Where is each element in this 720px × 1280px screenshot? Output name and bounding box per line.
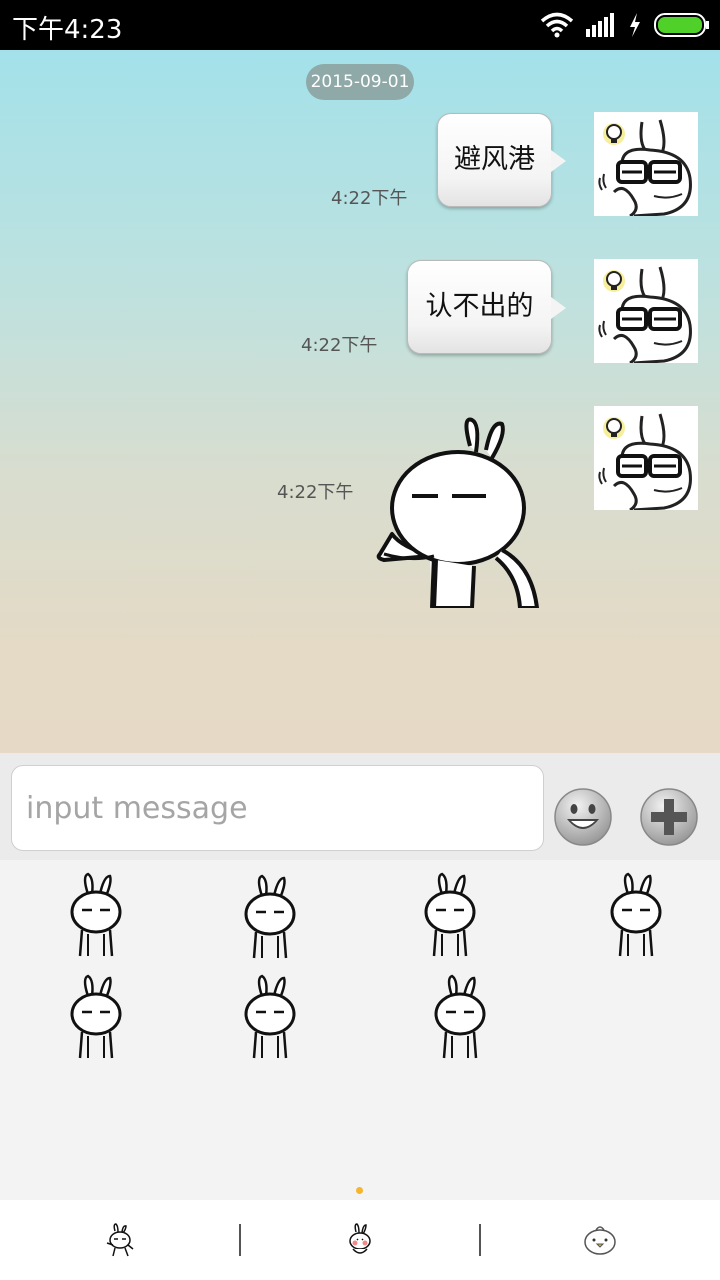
rabbit-pointing-sticker[interactable] bbox=[372, 416, 547, 608]
rabbit-crying-sticker[interactable] bbox=[48, 872, 144, 958]
tab-chick[interactable] bbox=[480, 1200, 720, 1280]
rabbit-sparkle-sticker[interactable] bbox=[222, 974, 318, 1060]
avatar[interactable] bbox=[594, 259, 698, 363]
battery-icon bbox=[654, 13, 709, 37]
message-bubble[interactable]: 避风港 bbox=[437, 113, 566, 207]
message-input[interactable] bbox=[11, 765, 544, 851]
chick-tab-icon bbox=[584, 1226, 616, 1255]
message-text: 避风港 bbox=[454, 144, 535, 175]
rabbit-tab-icon bbox=[106, 1223, 134, 1257]
tab-rabbit-blush[interactable] bbox=[240, 1200, 480, 1280]
message-time: 4:22下午 bbox=[301, 335, 378, 356]
rabbit-thinking-sticker[interactable] bbox=[412, 974, 508, 1060]
avatar[interactable] bbox=[594, 406, 698, 510]
sticker-tab-bar bbox=[0, 1200, 720, 1280]
sticker-panel bbox=[0, 860, 720, 1200]
chat-area[interactable]: 2015-09-01 避风港 4:22下午 认不出的 4:22下午 4:22下午 bbox=[0, 50, 720, 753]
message-text: 认不出的 bbox=[425, 291, 534, 322]
smiley-icon[interactable] bbox=[553, 787, 613, 847]
signal-icon bbox=[586, 13, 614, 37]
status-bar: 下午4:23 bbox=[0, 0, 720, 50]
message-time: 4:22下午 bbox=[331, 188, 408, 209]
tab-rabbit[interactable] bbox=[0, 1200, 240, 1280]
rabbit-blush-tab-icon bbox=[349, 1223, 371, 1254]
message-bubble[interactable]: 认不出的 bbox=[407, 260, 566, 354]
avatar[interactable] bbox=[594, 112, 698, 216]
charging-icon bbox=[630, 13, 640, 37]
rabbit-lying-sticker[interactable] bbox=[222, 874, 318, 960]
plus-icon[interactable] bbox=[639, 787, 699, 847]
message-time: 4:22下午 bbox=[277, 482, 354, 503]
input-bar bbox=[0, 753, 720, 860]
page-indicator bbox=[356, 1187, 363, 1194]
status-time: 下午4:23 bbox=[12, 15, 123, 45]
status-icons bbox=[540, 10, 710, 40]
rabbit-bye-sticker[interactable] bbox=[48, 974, 144, 1060]
wifi-icon bbox=[540, 12, 574, 38]
date-separator: 2015-09-01 bbox=[306, 64, 414, 100]
rabbit-whistle-sticker[interactable] bbox=[402, 872, 498, 958]
rabbit-standing-sticker[interactable] bbox=[588, 872, 684, 958]
